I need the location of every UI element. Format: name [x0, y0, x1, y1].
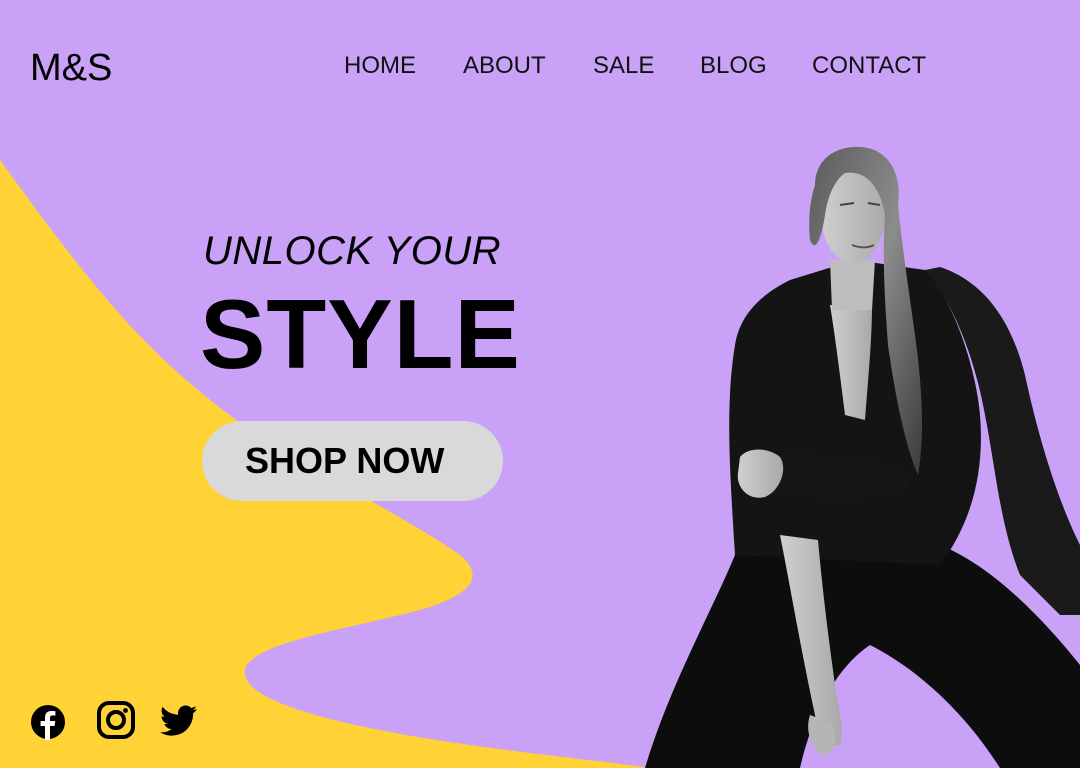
nav-about-link[interactable]: ABOUT: [463, 52, 546, 80]
hero-title: STYLE: [200, 279, 521, 389]
model-photo: [645, 146, 1080, 768]
landing-page: M&S HOME ABOUT SALE BLOG CONTACT UNLOCK …: [0, 0, 1080, 768]
hero-subtitle: UNLOCK YOUR: [203, 229, 502, 273]
twitter-icon[interactable]: [160, 704, 198, 738]
shop-now-button[interactable]: SHOP NOW: [202, 421, 503, 501]
nav-contact-link[interactable]: CONTACT: [812, 52, 926, 80]
nav-home-link[interactable]: HOME: [344, 52, 416, 80]
nav-blog-link[interactable]: BLOG: [700, 52, 767, 80]
nav-sale-link[interactable]: SALE: [593, 52, 654, 80]
instagram-icon[interactable]: [96, 700, 136, 740]
facebook-icon[interactable]: [30, 704, 66, 740]
brand-logo[interactable]: M&S: [30, 46, 112, 90]
